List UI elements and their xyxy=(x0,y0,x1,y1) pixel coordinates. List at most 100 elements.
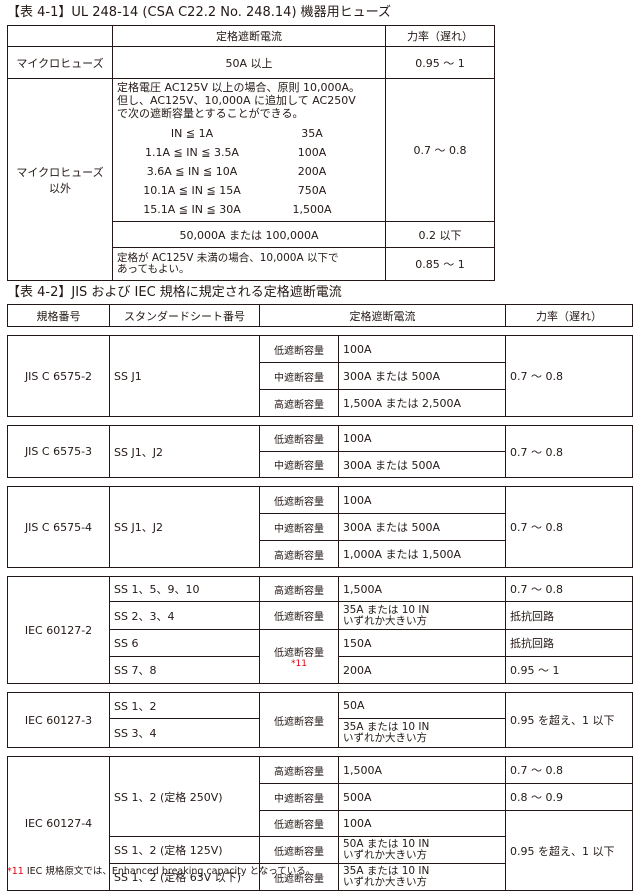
header-blank xyxy=(7,25,113,47)
current-value: 1,000A または 1,500A xyxy=(338,540,506,568)
range-current: 100A xyxy=(297,146,327,159)
list-item: 3.6A ≦ IN ≦ 10A 200A xyxy=(117,162,357,181)
capacity-label: 中遮断容量 xyxy=(259,513,339,541)
std-number: JIS C 6575-2 xyxy=(7,335,110,417)
capacity-label: 低遮断容量 xyxy=(259,425,339,452)
table-row: JIS C 6575-2 SS J1 低遮断容量 100A 0.7 ～ 0.8 xyxy=(7,335,633,417)
sheet-number: SS 7、8 xyxy=(109,656,260,684)
capacity-label: 低遮断容量 xyxy=(259,335,339,363)
current-value: 1,500A xyxy=(338,576,506,602)
current-value: 1,500A xyxy=(338,756,506,784)
sheet-number: SS 1、2 (定格 250V) xyxy=(109,756,260,837)
current-value: 200A xyxy=(338,656,506,684)
pf-value: 0.7 ～ 0.8 xyxy=(505,335,633,417)
capacity-label: 低遮断容量 xyxy=(259,486,339,514)
footnote-mark: *11 xyxy=(7,866,24,877)
sheet-number: SS 1、2 (定格 125V) xyxy=(109,836,260,864)
footnote: *11 IEC 規格原文では、Enhanced breaking capacit… xyxy=(7,863,315,877)
pf-value: 0.95 を超え、1 以下 xyxy=(505,692,633,748)
capacity-label: 高遮断容量 xyxy=(259,756,339,784)
pf-value: 0.95 を超え、1 以下 xyxy=(505,810,633,891)
capacity-label: 低遮断容量 xyxy=(259,810,339,837)
pf-value: 0.7 ～ 0.8 xyxy=(505,425,633,478)
current-value: 50A xyxy=(338,692,506,719)
current-value: 100A xyxy=(338,335,506,363)
range-label: 15.1A ≦ IN ≦ 30A xyxy=(143,203,241,216)
sheet-number: SS J1 xyxy=(109,335,260,417)
pf-value: 抵抗回路 xyxy=(505,601,633,630)
row-label-micro: マイクロヒューズ xyxy=(7,46,113,79)
pf-value: 0.7 ～ 0.8 xyxy=(505,486,633,568)
cell-pf: 0.2 以下 xyxy=(385,221,495,248)
range-list: IN ≦ 1A 35A 1.1A ≦ IN ≦ 3.5A 100A 3.6A ≦ I… xyxy=(117,124,357,219)
current-value: 35A または 10 IN いずれか大きい方 xyxy=(338,718,506,748)
range-current: 750A xyxy=(297,184,327,197)
cell-current: 50,000A または 100,000A xyxy=(112,221,386,248)
capacity-label: 低遮断容量 xyxy=(259,601,339,630)
footnote-text: IEC 規格原文では、Enhanced breaking capacity とな… xyxy=(26,866,316,877)
header-standard: 規格番号 xyxy=(7,304,110,327)
capacity-label: 高遮断容量 xyxy=(259,389,339,417)
sheet-number: SS 2、3、4 xyxy=(109,601,260,630)
capacity-label-text: 低遮断容量 xyxy=(274,648,324,659)
cell-pf: 0.95 ～ 1 xyxy=(385,46,495,79)
current-value: 1,500A または 2,500A xyxy=(338,389,506,417)
capacity-label: 低遮断容量 xyxy=(259,692,339,748)
table-row: JIS C 6575-3 SS J1、J2 低遮断容量 100A 0.7 ～ 0… xyxy=(7,425,633,478)
table-row: IEC 60127-2 SS 1、5、9、10 高遮断容量 1,500A 0.7… xyxy=(7,576,633,684)
table-row: IEC 60127-4 SS 1、2 (定格 250V) 高遮断容量 1,500… xyxy=(7,756,633,891)
header-sheet: スタンダードシート番号 xyxy=(109,304,260,327)
header-power-factor: 力率（遅れ） xyxy=(385,25,495,47)
capacity-label: 中遮断容量 xyxy=(259,451,339,478)
current-value: 300A または 500A xyxy=(338,451,506,478)
current-value: 100A xyxy=(338,810,506,837)
capacity-label: 中遮断容量 xyxy=(259,783,339,811)
footnote-mark: *11 xyxy=(291,659,307,669)
header-breaking-current: 定格遮断電流 xyxy=(259,304,506,327)
table-row: JIS C 6575-4 SS J1、J2 低遮断容量 100A 0.7 ～ 0… xyxy=(7,486,633,568)
range-current: 1,500A xyxy=(292,203,332,216)
table-row: マイクロヒューズ 50A 以上 0.95 ～ 1 xyxy=(7,46,495,79)
capacity-label: 高遮断容量 xyxy=(259,576,339,602)
sheet-number: SS J1、J2 xyxy=(109,486,260,568)
sheet-number: SS 3、4 xyxy=(109,718,260,748)
list-item: 10.1A ≦ IN ≦ 15A 750A xyxy=(117,181,357,200)
current-value: 100A xyxy=(338,425,506,452)
current-value: 50A または 10 IN いずれか大きい方 xyxy=(338,836,506,864)
sheet-number: SS 1、2 xyxy=(109,692,260,719)
capacity-label: 中遮断容量 xyxy=(259,362,339,390)
current-value: 35A または 10 IN いずれか大きい方 xyxy=(338,863,506,891)
cell-current: 50A 以上 xyxy=(112,46,386,79)
current-value: 300A または 500A xyxy=(338,513,506,541)
header-power-factor: 力率（遅れ） xyxy=(505,304,633,327)
current-value: 150A xyxy=(338,629,506,657)
table-row: マイクロヒューズ 以外 定格電圧 AC125V 以上の場合、原則 10,000A… xyxy=(7,78,495,281)
range-label: IN ≦ 1A xyxy=(170,127,214,140)
range-label: 3.6A ≦ IN ≦ 10A xyxy=(146,165,238,178)
table-4-2: 規格番号 スタンダードシート番号 定格遮断電流 力率（遅れ） JIS C 657… xyxy=(7,304,633,891)
std-number: JIS C 6575-3 xyxy=(7,425,110,478)
row-label-other: マイクロヒューズ 以外 xyxy=(7,78,113,281)
capacity-label: 高遮断容量 xyxy=(259,540,339,568)
current-value: 300A または 500A xyxy=(338,362,506,390)
cell-current-detail: 定格電圧 AC125V 以上の場合、原則 10,000A。 但し、AC125V、… xyxy=(112,78,386,222)
table1-caption: 【表 4-1】UL 248-14 (CSA C22.2 No. 248.14) … xyxy=(7,5,392,20)
pf-value: 0.8 ～ 0.9 xyxy=(505,783,633,811)
list-item: 15.1A ≦ IN ≦ 30A 1,500A xyxy=(117,200,357,219)
table-row: IEC 60127-3 SS 1、2 低遮断容量 50A 0.95 を超え、1 … xyxy=(7,692,633,748)
std-number: IEC 60127-3 xyxy=(7,692,110,748)
cell-pf: 0.7 ～ 0.8 xyxy=(385,78,495,222)
sheet-number: SS 1、5、9、10 xyxy=(109,576,260,602)
cell-pf: 0.85 ～ 1 xyxy=(385,247,495,281)
table-4-1: 定格遮断電流 力率（遅れ） マイクロヒューズ 50A 以上 0.95 ～ 1 マ… xyxy=(7,25,495,281)
sheet-number: SS 6 xyxy=(109,629,260,657)
current-value: 500A xyxy=(338,783,506,811)
list-item: 1.1A ≦ IN ≦ 3.5A 100A xyxy=(117,143,357,162)
current-value: 35A または 10 IN いずれか大きい方 xyxy=(338,601,506,630)
sheet-number: SS J1、J2 xyxy=(109,425,260,478)
range-label: 10.1A ≦ IN ≦ 15A xyxy=(143,184,241,197)
pf-value: 0.7 ～ 0.8 xyxy=(505,576,633,602)
header-breaking-current: 定格遮断電流 xyxy=(112,25,386,47)
detail-text: 定格電圧 AC125V 以上の場合、原則 10,000A。 但し、AC125V、… xyxy=(117,81,361,120)
pf-value: 0.7 ～ 0.8 xyxy=(505,756,633,784)
